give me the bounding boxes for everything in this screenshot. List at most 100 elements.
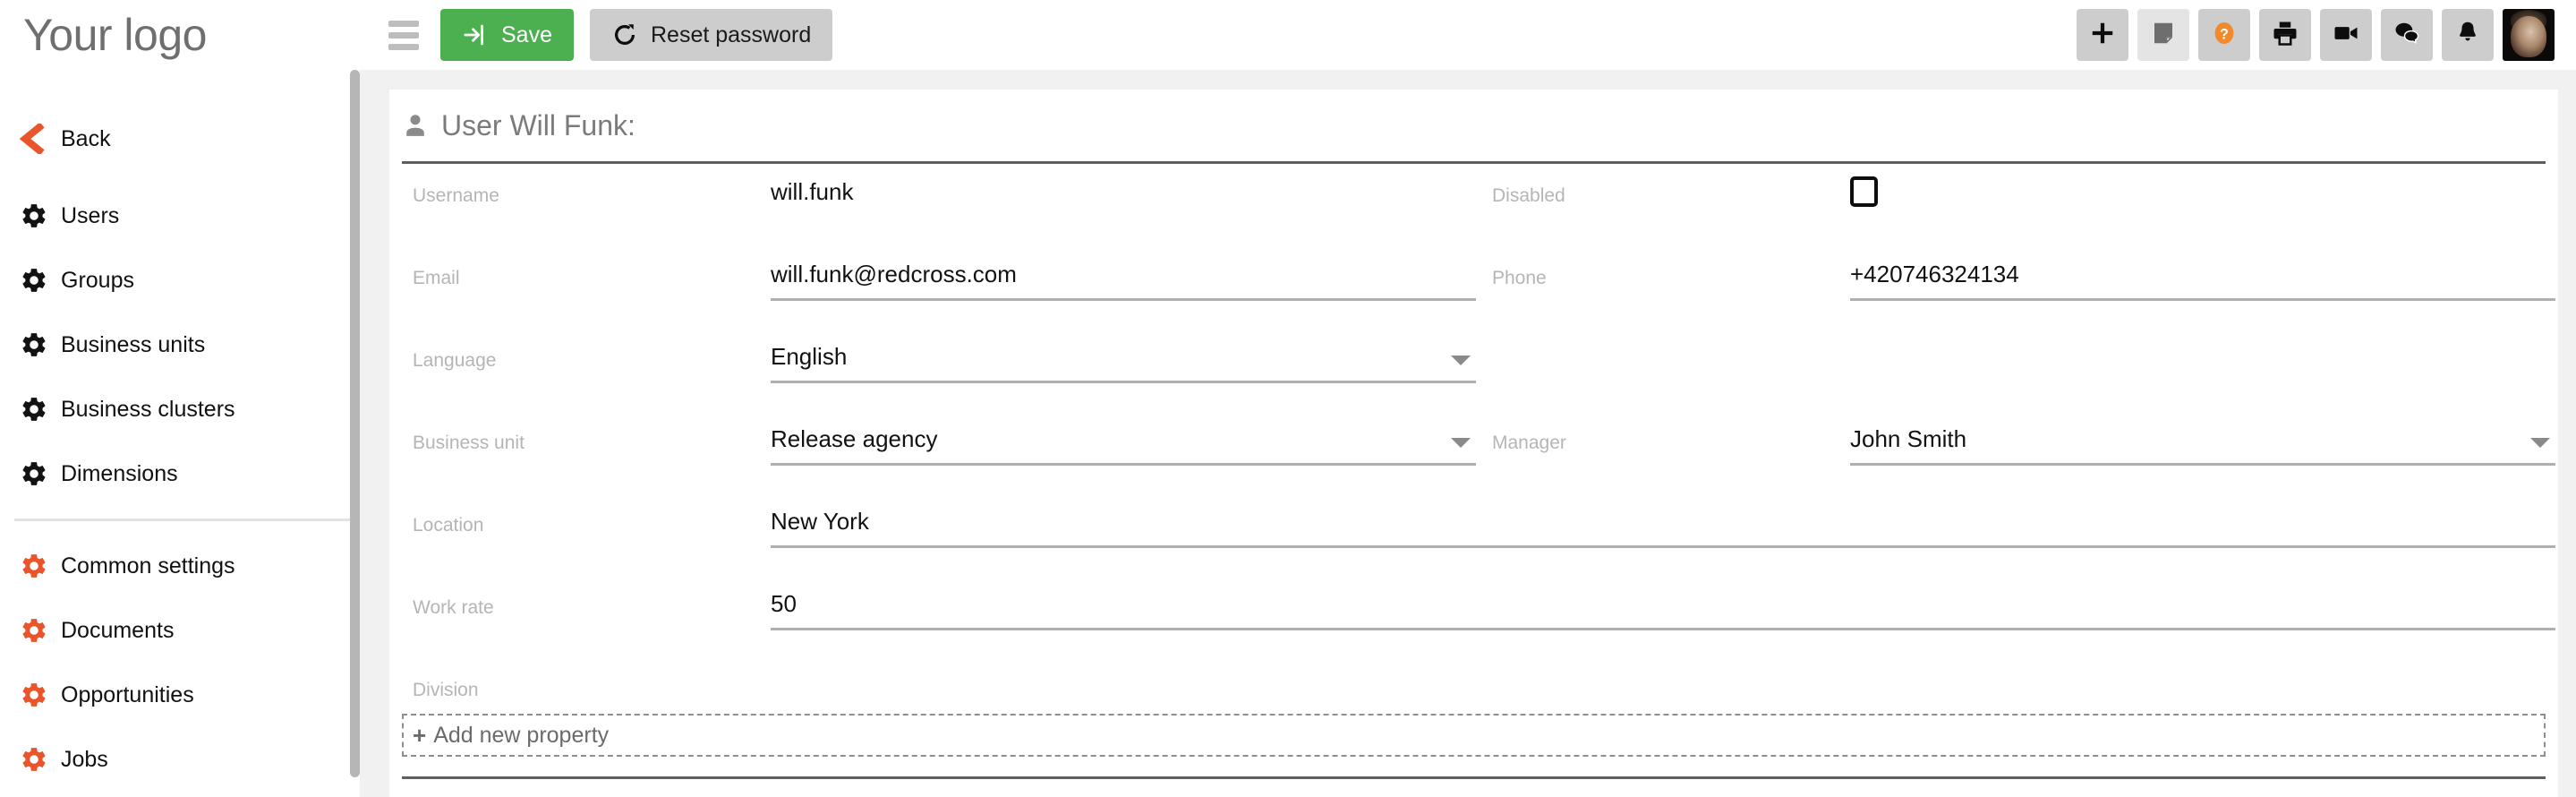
disabled-checkbox[interactable] — [1850, 176, 1878, 207]
division-label: Division — [413, 680, 479, 700]
sidebar-item-label: Business units — [61, 331, 206, 357]
save-button[interactable]: Save — [440, 9, 574, 61]
sidebar-item-label: Opportunities — [61, 681, 194, 707]
language-underline — [771, 381, 1476, 383]
notifications-button[interactable] — [2442, 9, 2494, 61]
chevron-down-icon[interactable] — [2530, 438, 2550, 448]
gear-icon — [20, 616, 61, 645]
sidebar-item-label: Users — [61, 202, 120, 228]
manager-underline — [1850, 463, 2555, 466]
help-icon: ? — [2211, 20, 2238, 51]
username-label: Username — [413, 185, 499, 206]
sidebar-item-label: Business clusters — [61, 396, 235, 422]
sidebar-item-users[interactable]: Users — [0, 184, 360, 248]
video-camera-icon — [2333, 20, 2359, 51]
print-icon — [2272, 20, 2299, 51]
manager-select-value[interactable]: John Smith — [1850, 425, 1966, 453]
add-new-property-label: Add new property — [433, 722, 610, 748]
user-detail-card: User Will Funk: Username will.funk Disab… — [389, 90, 2558, 797]
page-title-text: User Will Funk: — [441, 108, 635, 141]
manager-label: Manager — [1492, 433, 1566, 453]
note-icon — [2150, 20, 2177, 51]
business-unit-select-value[interactable]: Release agency — [771, 425, 937, 453]
gear-icon — [20, 459, 61, 488]
sidebar-item-jobs[interactable]: Jobs — [0, 727, 360, 792]
chevron-down-icon[interactable] — [1451, 438, 1471, 448]
phone-input[interactable]: +420746324134 — [1850, 261, 2019, 288]
toolbar-right-group: ? — [2077, 9, 2555, 61]
email-label: Email — [413, 268, 460, 288]
location-label: Location — [413, 515, 484, 536]
user-form: Username will.funk Disabled Email will.f… — [389, 164, 2558, 708]
sidebar-item-dimensions[interactable]: Dimensions — [0, 441, 360, 506]
gear-icon — [20, 681, 61, 709]
work-rate-label: Work rate — [413, 597, 494, 618]
sidebar-nav: Back Users Groups Business units Busines… — [0, 112, 360, 792]
form-bottom-divider — [402, 776, 2546, 779]
sidebar-scrollbar[interactable] — [350, 70, 360, 777]
email-input[interactable]: will.funk@redcross.com — [771, 261, 1017, 288]
page-title: User Will Funk: — [389, 90, 2558, 161]
language-select-value[interactable]: English — [771, 343, 847, 371]
gear-icon — [20, 330, 61, 359]
sidebar-item-label: Back — [61, 125, 111, 151]
add-new-property-button[interactable]: + Add new property — [402, 714, 2546, 757]
sidebar-item-business-clusters[interactable]: Business clusters — [0, 377, 360, 441]
app-root: Your logo Back Users Groups Business uni… — [0, 0, 2576, 797]
avatar[interactable] — [2503, 9, 2555, 61]
form-row-username: Username will.funk Disabled — [402, 164, 2546, 246]
sidebar-item-label: Common settings — [61, 553, 235, 578]
plus-icon: + — [413, 721, 427, 749]
form-row-location: Location New York — [402, 493, 2555, 576]
disabled-label: Disabled — [1492, 185, 1565, 206]
chat-icon — [2393, 20, 2420, 51]
chevron-down-icon[interactable] — [1451, 356, 1471, 365]
sidebar-item-label: Dimensions — [61, 460, 178, 486]
hamburger-icon[interactable] — [388, 20, 419, 50]
logo: Your logo — [23, 10, 207, 60]
content-background: User Will Funk: Username will.funk Disab… — [360, 70, 2576, 797]
email-underline — [771, 298, 1476, 301]
gear-icon — [20, 201, 61, 230]
location-underline — [771, 545, 2555, 548]
location-input[interactable]: New York — [771, 508, 869, 536]
avatar-face — [2511, 16, 2546, 58]
sidebar-item-label: Jobs — [61, 746, 108, 772]
sidebar: Your logo Back Users Groups Business uni… — [0, 0, 360, 797]
business-unit-label: Business unit — [413, 433, 525, 453]
sidebar-item-documents[interactable]: Documents — [0, 598, 360, 663]
sidebar-item-business-units[interactable]: Business units — [0, 313, 360, 377]
sidebar-item-common-settings[interactable]: Common settings — [0, 534, 360, 598]
sidebar-item-back[interactable]: Back — [0, 112, 360, 166]
bell-icon — [2454, 20, 2481, 51]
video-button[interactable] — [2320, 9, 2372, 61]
plus-icon — [2089, 20, 2116, 51]
refresh-icon — [611, 21, 638, 48]
sidebar-item-opportunities[interactable]: Opportunities — [0, 663, 360, 727]
gear-icon — [20, 552, 61, 580]
sidebar-divider — [14, 518, 353, 521]
gear-icon — [20, 745, 61, 774]
sign-in-arrow-icon — [462, 21, 489, 48]
add-button[interactable] — [2077, 9, 2128, 61]
chat-button[interactable] — [2381, 9, 2433, 61]
gear-icon — [20, 395, 61, 424]
phone-underline — [1850, 298, 2555, 301]
phone-label: Phone — [1492, 268, 1547, 288]
print-button[interactable] — [2259, 9, 2311, 61]
username-value: will.funk — [771, 178, 854, 205]
form-row-work-rate: Work rate 50 — [402, 576, 2555, 658]
help-button[interactable]: ? — [2198, 9, 2250, 61]
main-area: Save Reset password ? User Will Funk: Us… — [360, 0, 2576, 797]
reset-password-label: Reset password — [650, 21, 812, 47]
form-row-division: Division — [402, 658, 2546, 708]
sidebar-item-label: Groups — [61, 267, 134, 293]
business-unit-underline — [771, 463, 1476, 466]
notes-button[interactable] — [2137, 9, 2189, 61]
form-row-language: Language English — [402, 329, 2546, 411]
work-rate-input[interactable]: 50 — [771, 590, 797, 618]
sidebar-item-label: Documents — [61, 617, 175, 643]
reset-password-button[interactable]: Reset password — [589, 9, 833, 61]
sidebar-item-groups[interactable]: Groups — [0, 248, 360, 313]
chevron-left-icon — [20, 124, 61, 154]
